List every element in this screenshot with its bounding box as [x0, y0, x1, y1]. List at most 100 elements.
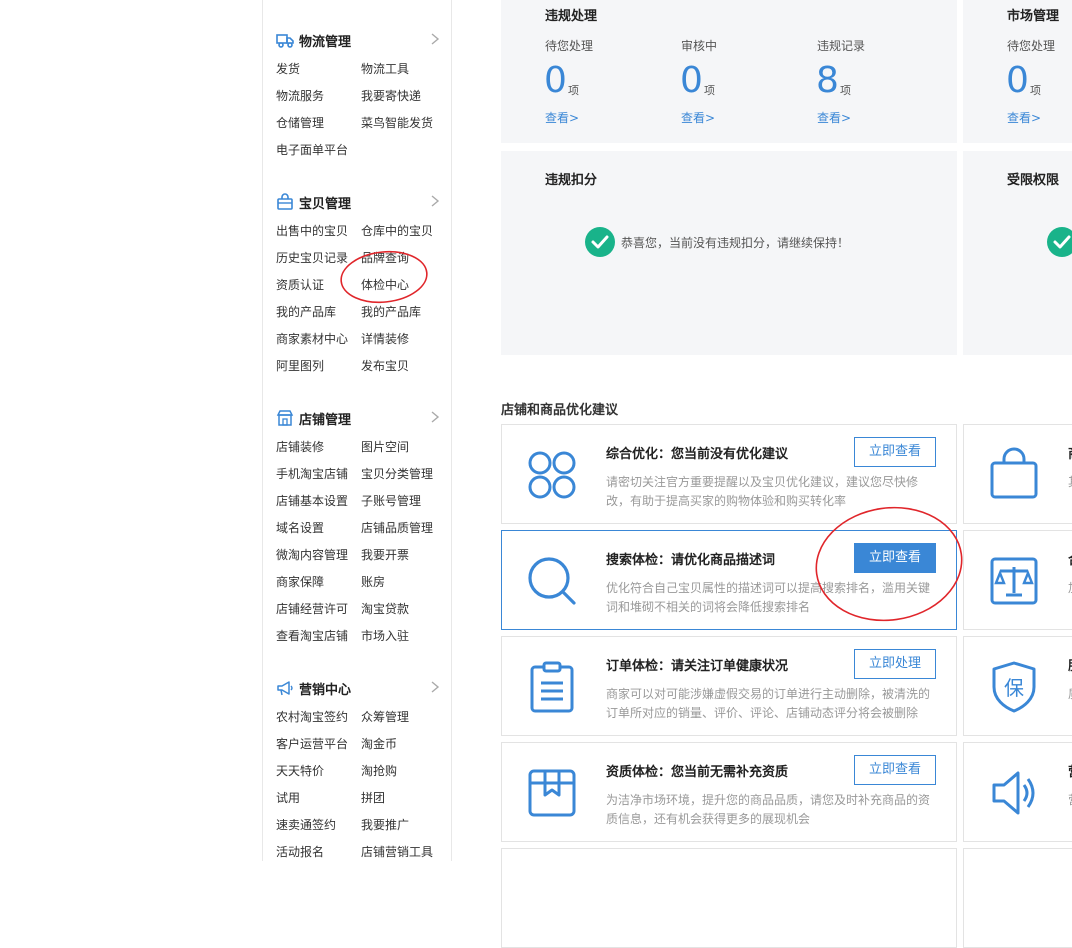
sidebar-link-weitao[interactable]: 微淘内容管理: [276, 547, 348, 563]
bag-icon: [277, 193, 293, 210]
chevron-right-icon: [431, 195, 440, 207]
stat-value-reviewing: 0: [680, 60, 703, 101]
sidebar-link-my-products[interactable]: 我的产品库: [276, 304, 336, 320]
market-title: 市场管理: [1007, 9, 1060, 24]
sidebar-link-accounting[interactable]: 账房: [361, 574, 385, 590]
sidebar-section-header[interactable]: 店铺管理: [276, 406, 441, 430]
sidebar-link-promote[interactable]: 我要推广: [361, 817, 409, 833]
stat-label-pending: 待您处理: [545, 39, 594, 53]
sidebar-link-logistics-tools[interactable]: 物流工具: [361, 61, 409, 77]
sidebar-link-on-sale[interactable]: 出售中的宝贝: [276, 223, 348, 239]
sidebar-link-warehouse[interactable]: 仓储管理: [276, 115, 324, 131]
deduction-title: 违规扣分: [545, 173, 598, 188]
search-icon: [528, 557, 576, 605]
sidebar-link-publish-item[interactable]: 发布宝贝: [361, 358, 409, 374]
sidebar-link-customer-ops[interactable]: 客户运营平台: [276, 736, 348, 752]
chevron-right-icon: [431, 33, 440, 45]
sidebar-link-market-entry[interactable]: 市场入驻: [361, 628, 409, 644]
sidebar-link-ship[interactable]: 发货: [276, 61, 300, 77]
shield-bao-icon: 保: [992, 661, 1036, 713]
stat-label-pending: 待您处理: [1007, 39, 1056, 53]
stat-view-link-pending[interactable]: 查看>: [545, 109, 579, 126]
sidebar-link-invoice[interactable]: 我要开票: [361, 547, 409, 563]
sidebar-link-flash-sale[interactable]: 淘抢购: [361, 763, 397, 779]
sidebar-link-ali-images[interactable]: 阿里图列: [276, 358, 324, 374]
stat-label-records: 违规记录: [817, 39, 866, 53]
suggestion-title: 商: [1068, 443, 1072, 462]
speaker-icon: [992, 771, 1035, 815]
sidebar-link-cainiao-ship[interactable]: 菜鸟智能发货: [361, 115, 433, 131]
suggestion-title: 订单体检：请关注订单健康状况: [606, 659, 789, 674]
clipboard-icon: [530, 661, 574, 713]
suggestion-card-qualification: 资质体检：您当前无需补充资质 为洁净市场环境，提升您的商品品质，请您及时补充商品…: [501, 742, 957, 842]
sidebar-link-store-decoration[interactable]: 店铺装修: [276, 439, 324, 455]
sidebar-link-in-warehouse[interactable]: 仓库中的宝贝: [361, 223, 433, 239]
deduction-card: 违规扣分 恭喜您，当前没有违规扣分，请继续保持！: [501, 151, 957, 355]
sidebar-link-my-products-2[interactable]: 我的产品库: [361, 304, 421, 320]
suggestion-title: 搜索体检：请优化商品描述词: [606, 553, 776, 568]
stat-unit: 项: [1030, 84, 1041, 97]
stat-value-pending: 0: [1006, 60, 1029, 101]
stat-view-link-market[interactable]: 查看>: [1007, 109, 1041, 126]
sidebar-link-merchant-guarantee[interactable]: 商家保障: [276, 574, 324, 590]
sidebar-section-header[interactable]: 宝贝管理: [276, 190, 441, 214]
sidebar-link-crowdfunding[interactable]: 众筹管理: [361, 709, 409, 725]
sidebar-link-material-center[interactable]: 商家素材中心: [276, 331, 348, 347]
sidebar-link-business-license[interactable]: 店铺经营许可: [276, 601, 348, 617]
sidebar-link-category-manage[interactable]: 宝贝分类管理: [361, 466, 433, 482]
suggestion-card-right-partial: [963, 848, 1072, 948]
sidebar-link-taobao-loan[interactable]: 淘宝贷款: [361, 601, 409, 617]
sidebar-link-view-store[interactable]: 查看淘宝店铺: [276, 628, 348, 644]
sidebar-link-group-buy[interactable]: 拼团: [361, 790, 385, 806]
violations-title: 违规处理: [545, 9, 598, 24]
scale-icon: [990, 557, 1038, 605]
box-icon: [528, 769, 576, 817]
suggestion-card-right-3: 保 服 质: [963, 636, 1072, 736]
deduction-message: 恭喜您，当前没有违规扣分，请继续保持！: [621, 236, 850, 250]
sidebar-link-send-express[interactable]: 我要寄快递: [361, 88, 421, 104]
stat-view-link-records[interactable]: 查看>: [817, 109, 851, 126]
restriction-card: 受限权限: [963, 151, 1072, 355]
suggestion-title: 综合优化：您当前没有优化建议: [606, 447, 789, 462]
sidebar: 物流管理 发货 物流工具 物流服务 我要寄快递 仓储管理 菜鸟智能发货 电子面单…: [262, 0, 452, 861]
sidebar-link-domain[interactable]: 域名设置: [276, 520, 324, 536]
suggestion-card-partial: [501, 848, 957, 948]
sidebar-link-store-quality[interactable]: 店铺品质管理: [361, 520, 433, 536]
stat-unit: 项: [840, 84, 851, 97]
view-now-button[interactable]: 立即查看: [854, 755, 936, 785]
svg-text:保: 保: [1004, 676, 1024, 700]
sidebar-link-mobile-store[interactable]: 手机淘宝店铺: [276, 466, 348, 482]
market-card: 市场管理 待您处理 0 项 查看>: [963, 0, 1072, 143]
stat-view-link-reviewing[interactable]: 查看>: [681, 109, 715, 126]
suggestion-title: 服: [1068, 655, 1072, 674]
sidebar-link-marketing-tools[interactable]: 店铺营销工具: [361, 844, 433, 860]
view-now-button[interactable]: 立即查看: [854, 437, 936, 467]
sidebar-section-title: 店铺管理: [299, 412, 352, 428]
sidebar-link-detail-decoration[interactable]: 详情装修: [361, 331, 409, 347]
sidebar-link-sub-accounts[interactable]: 子账号管理: [361, 493, 421, 509]
suggestion-desc: 营: [1068, 791, 1072, 810]
chevron-right-icon: [431, 411, 440, 423]
sidebar-link-trial[interactable]: 试用: [276, 790, 300, 806]
process-now-button[interactable]: 立即处理: [854, 649, 936, 679]
sidebar-link-e-waybill[interactable]: 电子面单平台: [276, 142, 348, 158]
suggestion-card-right-1: 商 其: [963, 424, 1072, 524]
sidebar-link-aliexpress[interactable]: 速卖通签约: [276, 817, 336, 833]
sidebar-link-image-space[interactable]: 图片空间: [361, 439, 409, 455]
sidebar-link-logistics-service[interactable]: 物流服务: [276, 88, 324, 104]
grid-circles-icon: [528, 451, 576, 499]
sidebar-section-header[interactable]: 营销中心: [276, 676, 441, 700]
sidebar-section-title: 物流管理: [299, 34, 352, 50]
truck-icon: [276, 34, 294, 48]
sidebar-link-taojinbi[interactable]: 淘金币: [361, 736, 397, 752]
sidebar-section-title: 宝贝管理: [299, 196, 352, 212]
stat-label-reviewing: 审核中: [681, 39, 718, 53]
sidebar-link-qualification[interactable]: 资质认证: [276, 277, 324, 293]
stat-value-records: 8: [816, 60, 839, 101]
sidebar-link-daily-special[interactable]: 天天特价: [276, 763, 324, 779]
suggestion-desc: 为洁净市场环境，提升您的商品品质，请您及时补充商品的资质信息，还有机会获得更多的…: [606, 793, 931, 826]
sidebar-section-header[interactable]: 物流管理: [276, 28, 441, 52]
sidebar-link-rural-taobao[interactable]: 农村淘宝签约: [276, 709, 348, 725]
sidebar-link-event-signup[interactable]: 活动报名: [276, 844, 324, 860]
sidebar-link-store-settings[interactable]: 店铺基本设置: [276, 493, 348, 509]
